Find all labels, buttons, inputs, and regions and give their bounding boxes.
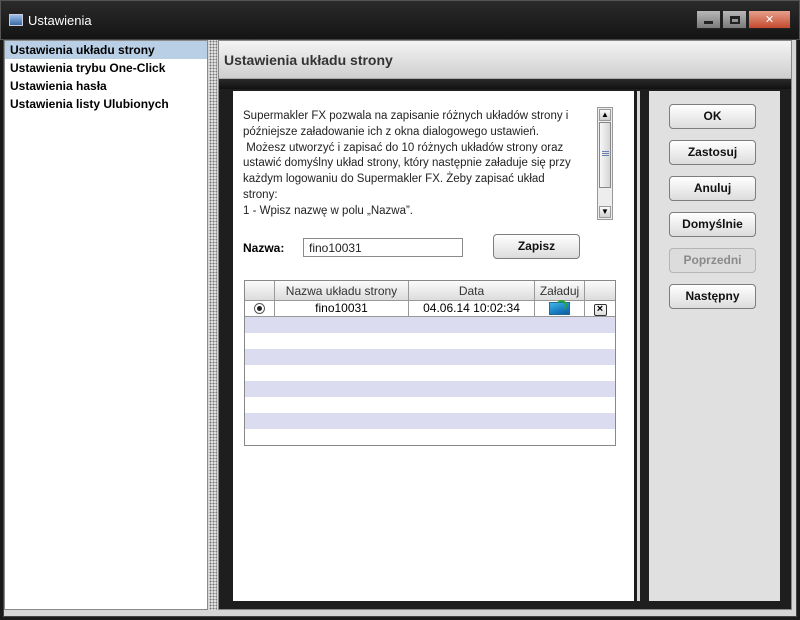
layout-settings-content: Supermakler FX pozwala na zapisanie różn… — [233, 91, 634, 601]
grip-icon — [602, 151, 609, 157]
description-line: każdym logowaniu do Supermakler FX. Żeby… — [243, 173, 545, 186]
previous-button[interactable]: Poprzedni — [669, 248, 756, 273]
sidebar-item-favorites-settings[interactable]: Ustawienia listy Ulubionych — [5, 95, 207, 113]
panel-divider — [637, 91, 640, 601]
table-row-empty — [245, 365, 615, 381]
table-row-empty — [245, 397, 615, 413]
table-row[interactable]: fino10031 04.06.14 10:02:34 × — [245, 300, 615, 317]
layout-radio-button[interactable] — [254, 303, 265, 314]
dialog-buttons-panel: OK Zastosuj Anuluj Domyślnie Poprzedni N… — [649, 91, 780, 601]
sidebar-item-layout-settings[interactable]: Ustawienia układu strony — [5, 41, 207, 59]
sidebar: Ustawienia układu strony Ustawienia tryb… — [4, 40, 208, 610]
close-icon: ✕ — [764, 14, 775, 26]
column-header-layout-name[interactable]: Nazwa układu strony — [275, 281, 409, 301]
column-header-delete[interactable] — [585, 281, 615, 301]
sidebar-item-password-settings[interactable]: Ustawienia hasła — [5, 77, 207, 95]
sidebar-item-one-click-settings[interactable]: Ustawienia trybu One-Click — [5, 59, 207, 77]
description-line: Supermakler FX pozwala na zapisanie różn… — [243, 110, 569, 122]
title-bar: Ustawienia ✕ — [0, 0, 800, 40]
row-date: 04.06.14 10:02:34 — [409, 301, 535, 317]
scroll-up-arrow-icon[interactable]: ▲ — [599, 109, 611, 121]
table-row-empty — [245, 429, 615, 445]
defaults-button[interactable]: Domyślnie — [669, 212, 756, 237]
description-line: strony: — [243, 188, 278, 201]
row-select-cell[interactable] — [245, 301, 275, 317]
scroll-down-arrow-icon[interactable]: ▼ — [599, 206, 611, 218]
table-row-empty — [245, 413, 615, 429]
description-line: 1 - Wpisz nazwę w polu „Nazwa”. — [243, 204, 413, 217]
delete-icon[interactable]: × — [593, 304, 607, 316]
minimize-button[interactable] — [696, 10, 721, 29]
load-layout-icon[interactable] — [549, 300, 570, 315]
header-separator — [219, 79, 791, 89]
window-controls: ✕ — [696, 10, 791, 29]
column-header-load[interactable]: Załaduj — [535, 281, 585, 301]
cancel-button[interactable]: Anuluj — [669, 176, 756, 201]
row-layout-name: fino10031 — [275, 301, 409, 317]
next-button[interactable]: Następny — [669, 284, 756, 309]
table-row-empty — [245, 317, 615, 333]
window-app-icon — [9, 14, 23, 26]
description-line: Możesz utworzyć i zapisać do 10 różnych … — [243, 141, 564, 154]
minimize-icon — [704, 21, 713, 24]
table-row-empty — [245, 333, 615, 349]
description-line: późniejsze załadowanie ich z okna dialog… — [243, 125, 539, 138]
column-header-select[interactable] — [245, 281, 275, 301]
description-scrollbar[interactable]: ▲ ▼ — [597, 107, 613, 220]
row-delete-cell[interactable]: × — [585, 301, 615, 317]
maximize-button[interactable] — [722, 10, 747, 29]
column-header-date[interactable]: Data — [409, 281, 535, 301]
ok-button[interactable]: OK — [669, 104, 756, 129]
window-title: Ustawienia — [28, 13, 92, 28]
name-label: Nazwa: — [243, 241, 285, 255]
table-row-empty — [245, 381, 615, 397]
description-line: ustawić domyślny układ strony, który nas… — [243, 157, 571, 170]
save-button[interactable]: Zapisz — [493, 234, 580, 259]
layout-name-input[interactable] — [303, 238, 463, 257]
main-panel: Ustawienia układu strony Supermakler FX … — [218, 40, 792, 610]
split-pane-divider[interactable] — [209, 40, 217, 610]
close-button[interactable]: ✕ — [748, 10, 791, 29]
apply-button[interactable]: Zastosuj — [669, 140, 756, 165]
description-text: Supermakler FX pozwala na zapisanie różn… — [243, 107, 613, 223]
maximize-icon — [729, 15, 740, 24]
panel-title: Ustawienia układu strony — [224, 52, 393, 68]
table-row-empty — [245, 349, 615, 365]
layouts-table: Nazwa układu strony Data Załaduj fino100… — [244, 280, 616, 446]
scroll-thumb[interactable] — [599, 122, 611, 188]
row-load-cell[interactable] — [535, 300, 585, 317]
panel-header: Ustawienia układu strony — [219, 41, 791, 79]
